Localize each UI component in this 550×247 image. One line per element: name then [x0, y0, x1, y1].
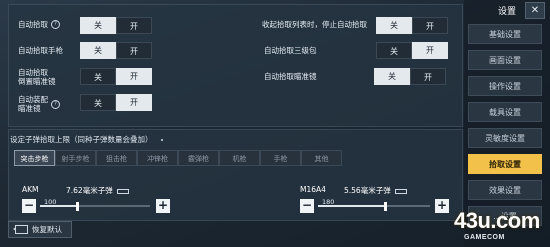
bullet-icon — [394, 188, 407, 194]
dot-icon — [160, 139, 163, 141]
toggle-label: 收起拾取列表时，停止自动拾取 — [262, 20, 367, 29]
site-watermark: 43u.com GAMECOM — [442, 208, 550, 247]
toggle-row-auto-pickup-bag: 自动拾取三级包 — [264, 46, 317, 55]
bullet-icon — [116, 188, 129, 194]
toggle-row-stop-auto-pickup: 收起拾取列表时，停止自动拾取 — [262, 20, 367, 29]
toggle-auto-pickup-pistol[interactable]: 关 开 — [80, 42, 152, 59]
tab-other[interactable]: 其他 — [301, 150, 342, 166]
slider-handle[interactable] — [384, 202, 387, 211]
watermark-text: 43u.com — [454, 208, 540, 233]
toggle-on-option[interactable]: 开 — [412, 42, 448, 59]
toggle-off-option[interactable]: 关 — [80, 17, 116, 34]
toggle-row-auto-pickup-pistol: 自动拾取手枪 — [18, 46, 63, 55]
slider-handle[interactable] — [76, 202, 79, 211]
toggle-off-option[interactable]: 关 — [80, 68, 116, 85]
toggle-off-option[interactable]: 关 — [80, 94, 116, 111]
toggle-on-option[interactable]: 开 — [412, 17, 448, 34]
close-icon[interactable]: ✕ — [525, 2, 545, 19]
sidebar-item-controls[interactable]: 操作设置 — [468, 76, 542, 96]
ammo-type: 7.62毫米子弹 — [66, 185, 129, 196]
tab-marksman-rifle[interactable]: 射手步枪 — [55, 150, 96, 166]
toggle-on-option[interactable]: 开 — [116, 68, 152, 85]
toggle-label: 自动拾取瞄准镜 — [264, 72, 317, 81]
toggle-auto-equip-scope[interactable]: 关 开 — [80, 94, 152, 111]
toggle-auto-pickup-bag[interactable]: 关 开 — [376, 42, 448, 59]
watermark-sub: GAMECOM — [464, 234, 505, 241]
toggle-row-auto-pickup-reflex: 自动拾取 倒置瞄准镜 — [18, 68, 56, 86]
toggle-off-option[interactable]: 关 — [376, 17, 412, 34]
tab-pistol[interactable]: 手枪 — [260, 150, 301, 166]
slider-value: 100 — [44, 198, 57, 206]
sidebar-item-pickup[interactable]: 拾取设置 — [468, 154, 542, 174]
ammo-type-label: 7.62毫米子弹 — [66, 186, 113, 195]
toggle-on-option[interactable]: 开 — [116, 94, 152, 111]
increase-button[interactable]: + — [156, 199, 170, 213]
toggle-on-option[interactable]: 开 — [410, 68, 446, 85]
tab-sniper-rifle[interactable]: 狙击枪 — [96, 150, 137, 166]
toggle-off-option[interactable]: 关 — [376, 42, 412, 59]
toggle-auto-pickup[interactable]: 关 开 — [80, 17, 152, 34]
toggle-on-option[interactable]: 开 — [116, 17, 152, 34]
toggle-on-option[interactable]: 开 — [116, 42, 152, 59]
ammo-type-label: 5.56毫米子弹 — [344, 186, 391, 195]
back-icon — [13, 225, 28, 234]
toggle-stop-auto-pickup[interactable]: 关 开 — [376, 17, 448, 34]
toggle-row-auto-pickup: 自动拾取 ? — [18, 20, 60, 29]
decrease-button[interactable]: − — [22, 199, 36, 213]
sidebar-item-basic[interactable]: 基础设置 — [468, 24, 542, 44]
restore-default-label: 恢复默认 — [32, 225, 62, 234]
sidebar-item-vehicle[interactable]: 载具设置 — [468, 102, 542, 122]
tab-assault-rifle[interactable]: 突击步枪 — [14, 150, 55, 166]
tab-shotgun[interactable]: 霰弹枪 — [178, 150, 219, 166]
watermark-logo: 43u.com — [454, 208, 540, 234]
help-icon[interactable]: ? — [51, 20, 60, 29]
sidebar-item-sensitivity[interactable]: 灵敏度设置 — [468, 128, 542, 148]
toggle-off-option[interactable]: 关 — [374, 68, 410, 85]
toggle-row-auto-equip-scope: 自动装配 瞄准镜 ? — [18, 95, 60, 113]
restore-default-button[interactable]: 恢复默认 — [8, 221, 72, 238]
weapon-name: M16A4 — [300, 185, 326, 194]
ammo-limit-title-text: 设定子弹拾取上限（同种子弹数量会叠加） — [10, 135, 153, 144]
toggle-label: 自动装配 瞄准镜 — [18, 95, 48, 113]
toggle-label: 自动拾取手枪 — [18, 46, 63, 55]
toggle-label: 自动拾取三级包 — [264, 46, 317, 55]
weapon-name: AKM — [22, 185, 39, 194]
toggle-label: 自动拾取 — [18, 20, 48, 29]
toggle-off-option[interactable]: 关 — [80, 42, 116, 59]
tab-smg[interactable]: 冲锋枪 — [137, 150, 178, 166]
decrease-button[interactable]: − — [300, 199, 314, 213]
slider-value: 180 — [322, 198, 335, 206]
sidebar-item-graphics[interactable]: 画面设置 — [468, 50, 542, 70]
sidebar-item-effects[interactable]: 效果设置 — [468, 180, 542, 200]
toggle-auto-pickup-reflex[interactable]: 关 开 — [80, 68, 152, 85]
tab-machine-gun[interactable]: 机枪 — [219, 150, 260, 166]
help-icon[interactable]: ? — [51, 99, 60, 109]
ammo-limit-title: 设定子弹拾取上限（同种子弹数量会叠加） — [10, 134, 163, 145]
toggle-auto-pickup-scope[interactable]: 关 开 — [374, 68, 446, 85]
toggle-label: 自动拾取 倒置瞄准镜 — [18, 68, 56, 86]
ammo-type: 5.56毫米子弹 — [344, 185, 407, 196]
weapon-category-tabs: 突击步枪 射手步枪 狙击枪 冲锋枪 霰弹枪 机枪 手枪 其他 — [14, 150, 342, 166]
toggle-row-auto-pickup-scope: 自动拾取瞄准镜 — [264, 72, 317, 81]
